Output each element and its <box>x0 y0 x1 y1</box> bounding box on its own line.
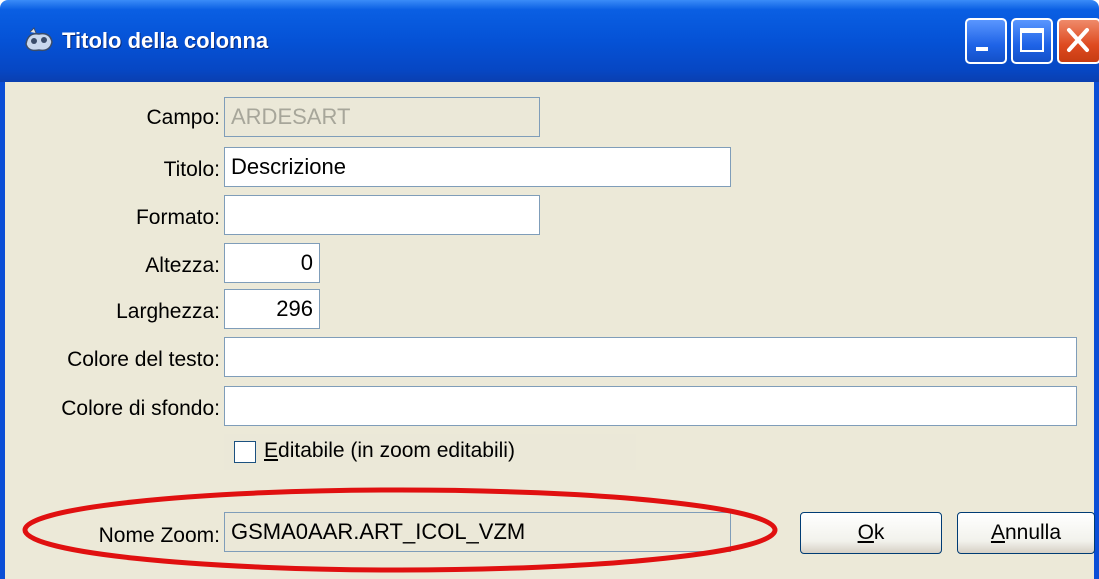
minimize-icon <box>976 47 988 51</box>
ok-button[interactable]: Ok <box>800 512 942 554</box>
window-title: Titolo della colonna <box>62 28 269 53</box>
campo-label: Campo: <box>146 106 220 129</box>
title-bar[interactable]: Titolo della colonna <box>0 0 1099 82</box>
formato-field[interactable] <box>224 195 540 235</box>
larghezza-label: Larghezza: <box>116 300 220 323</box>
dialog-window: Titolo della colonna Campo: ARDESART Tit… <box>0 0 1099 579</box>
nome-zoom-field: GSMA0AAR.ART_ICOL_VZM <box>224 512 731 552</box>
editabile-checkbox[interactable] <box>234 441 256 463</box>
app-icon <box>25 27 53 52</box>
colore-testo-label: Colore del testo: <box>67 348 220 371</box>
colore-testo-field[interactable] <box>224 337 1077 377</box>
titolo-label: Titolo: <box>163 158 220 181</box>
formato-label: Formato: <box>135 206 220 229</box>
editabile-label: Editabile (in zoom editabili) <box>264 439 515 462</box>
colore-sfondo-label: Colore di sfondo: <box>61 397 220 420</box>
altezza-field[interactable]: 0 <box>224 243 320 283</box>
nome-zoom-label: Nome Zoom: <box>98 524 220 547</box>
larghezza-field[interactable]: 296 <box>224 289 320 329</box>
close-button[interactable] <box>1057 18 1099 64</box>
campo-field: ARDESART <box>224 97 540 137</box>
editabile-checkbox-row[interactable]: Editabile (in zoom editabili) <box>224 434 636 470</box>
maximize-icon <box>1020 28 1044 52</box>
minimize-button[interactable] <box>965 18 1007 64</box>
close-icon <box>1067 28 1089 52</box>
dialog-body: Campo: ARDESART Titolo: Descrizione Form… <box>0 82 1099 579</box>
titolo-field[interactable]: Descrizione <box>224 147 731 187</box>
altezza-label: Altezza: <box>145 254 220 277</box>
annulla-button[interactable]: Annulla <box>957 512 1095 554</box>
colore-sfondo-field[interactable] <box>224 386 1077 426</box>
maximize-button[interactable] <box>1011 18 1053 64</box>
